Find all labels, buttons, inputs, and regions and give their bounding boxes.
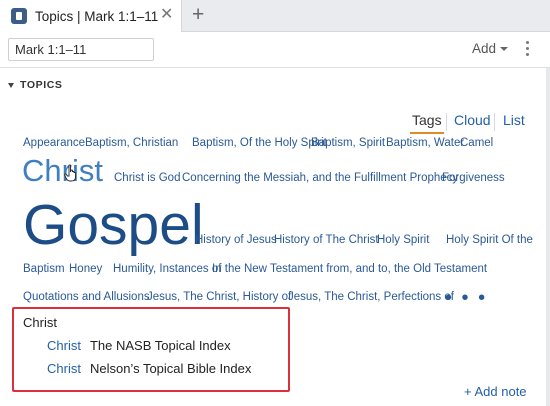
tag-link[interactable]: Christ is God	[114, 172, 180, 185]
tag-link[interactable]: Honey	[69, 263, 102, 276]
tab-tags[interactable]: Tags	[410, 112, 444, 134]
tab-divider	[494, 113, 495, 131]
result-topic-link[interactable]: Christ	[47, 361, 81, 376]
tag-link[interactable]: Christ	[22, 155, 103, 186]
result-source-title: Nelson’s Topical Bible Index	[89, 361, 252, 376]
tag-link[interactable]: Quotations and Allusions	[23, 291, 150, 304]
tag-link[interactable]: History of Jesus	[195, 234, 277, 247]
more-tags-button[interactable]: • • •	[445, 288, 487, 308]
tag-link[interactable]: Baptism	[23, 263, 65, 276]
reference-input[interactable]	[8, 38, 154, 61]
tag-link[interactable]: In the New Testament from, and to, the O…	[212, 263, 487, 276]
tag-link[interactable]: Baptism, Spirit	[311, 137, 385, 150]
tag-link[interactable]: Appearance	[23, 137, 85, 150]
result-row: Christ Nelson’s Topical Bible Index	[47, 361, 251, 376]
tag-link[interactable]: Humility, Instances of	[113, 263, 221, 276]
tab-list[interactable]: List	[503, 112, 525, 128]
tag-link[interactable]: Concerning the Messiah, and the Fulfillm…	[182, 172, 458, 185]
result-source-title: The NASB Topical Index	[89, 338, 231, 353]
topics-icon	[11, 8, 27, 24]
tab-cloud[interactable]: Cloud	[454, 112, 491, 128]
add-note-button[interactable]: + Add note	[464, 384, 527, 399]
new-tab-button[interactable]: +	[192, 3, 204, 27]
tab-title: Topics | Mark 1:1–11	[35, 8, 159, 24]
tag-link[interactable]: Forgiveness	[442, 172, 505, 185]
close-icon[interactable]: ✕	[160, 6, 173, 24]
tag-link[interactable]: Gospel	[23, 197, 204, 254]
tab-divider	[446, 113, 447, 131]
section-title: TOPICS	[20, 79, 63, 91]
section-header-topics[interactable]: TOPICS	[8, 79, 63, 91]
toolbar: Add	[0, 32, 550, 68]
results-heading: Christ	[23, 315, 57, 330]
add-menu-button[interactable]: Add	[472, 41, 509, 56]
tab-topics[interactable]: Topics | Mark 1:1–11 ✕	[0, 0, 182, 32]
hand-cursor-icon	[64, 164, 76, 182]
more-options-icon[interactable]	[526, 41, 530, 59]
tag-link[interactable]: Baptism, Water	[386, 137, 464, 150]
chevron-down-icon	[500, 47, 509, 52]
tag-link[interactable]: Baptism, Of the Holy Spirit	[192, 137, 327, 150]
scrollbar[interactable]	[546, 68, 550, 406]
result-row: Christ The NASB Topical Index	[47, 338, 231, 353]
tab-strip: Topics | Mark 1:1–11 ✕ +	[0, 0, 550, 32]
tag-link[interactable]: Holy Spirit Of the	[446, 234, 533, 247]
tag-link[interactable]: Baptism, Christian	[85, 137, 178, 150]
tag-link[interactable]: Jesus, The Christ, Perfections of	[288, 291, 454, 304]
tag-link[interactable]: History of The Christ	[274, 234, 379, 247]
result-topic-link[interactable]: Christ	[47, 338, 81, 353]
collapse-triangle-icon	[8, 82, 14, 88]
tag-link[interactable]: Jesus, The Christ, History of	[147, 291, 291, 304]
tag-link[interactable]: Camel	[460, 137, 493, 150]
add-label: Add	[472, 41, 497, 56]
tag-link[interactable]: Holy Spirit	[377, 234, 429, 247]
